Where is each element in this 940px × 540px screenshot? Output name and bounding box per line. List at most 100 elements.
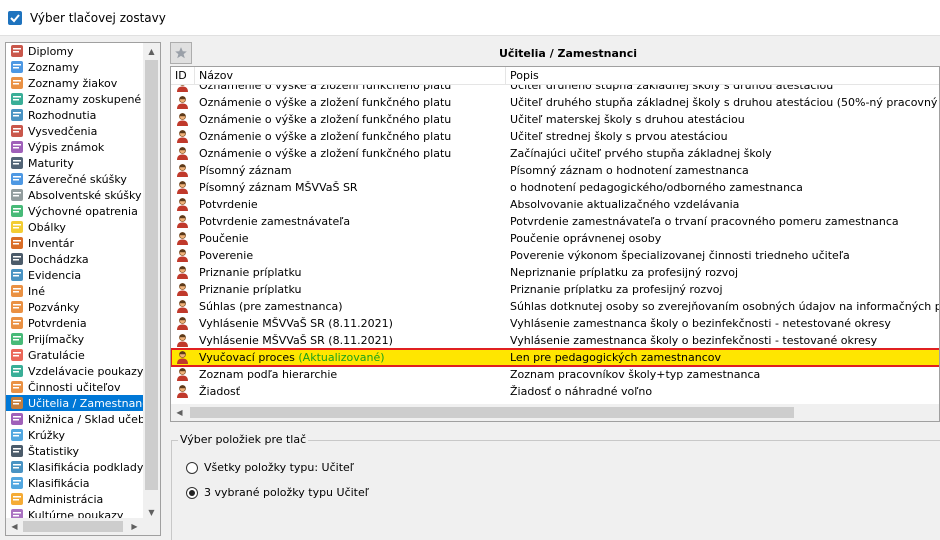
table-row[interactable]: Oznámenie o výške a zložení funkčného pl… [171, 145, 939, 162]
column-header-name[interactable]: Názov [195, 67, 506, 85]
category-item[interactable]: Výpis známok [6, 139, 145, 155]
row-name-text: Potvrdenie zamestnávateľa [199, 215, 351, 228]
table-row[interactable]: Oznámenie o výške a zložení funkčného pl… [171, 94, 940, 111]
window-title: Výber tlačovej zostavy [30, 10, 166, 25]
teacher-icon [177, 249, 188, 262]
category-item[interactable]: Klasifikácia podklady [6, 459, 145, 475]
table-row[interactable]: Poučenie Poučenie oprávnenej osoby [171, 230, 939, 247]
row-name: Písomný záznam MŠVVaŠ SR [199, 179, 358, 196]
scroll-thumb[interactable] [23, 521, 123, 532]
diploma-icon [11, 45, 23, 57]
column-header-description[interactable]: Popis [506, 67, 939, 85]
category-item[interactable]: Výchovné opatrenia [6, 203, 145, 219]
scroll-right-icon[interactable]: ▶ [126, 518, 143, 535]
teacher-icon [177, 300, 188, 313]
scroll-thumb[interactable] [145, 60, 158, 490]
category-item[interactable]: Zoznamy [6, 59, 145, 75]
category-item[interactable]: Obálky [6, 219, 145, 235]
category-item[interactable]: Absolventské skúšky [6, 187, 145, 203]
category-item[interactable]: Dochádzka [6, 251, 145, 267]
category-item[interactable]: Evidencia [6, 267, 145, 283]
row-name-text: Súhlas (pre zamestnanca) [199, 300, 343, 313]
category-item[interactable]: Vzdelávacie poukazy [6, 363, 145, 379]
scroll-up-icon[interactable]: ▲ [143, 43, 160, 60]
graduate-exam-icon [11, 189, 23, 201]
teacher-icon [177, 368, 188, 381]
scroll-left-icon[interactable]: ◀ [6, 518, 23, 535]
table-row[interactable]: Priznanie príplatku Priznanie príplatku z… [171, 281, 939, 298]
row-description: Učiteľ materskej školy s druhou atestáci… [510, 113, 745, 126]
table-row[interactable]: Vyučovací proces (Aktualizované) Len pre … [171, 348, 939, 367]
category-item[interactable]: Potvrdenia [6, 315, 145, 331]
category-item[interactable]: Vysvedčenia [6, 123, 145, 139]
category-item[interactable]: Krúžky [6, 427, 145, 443]
category-item[interactable]: Iné [6, 283, 145, 299]
row-name-text: Oznámenie o výške a zložení funkčného pl… [199, 96, 452, 109]
row-description: Vyhlásenie zamestnanca školy o bezinfekč… [510, 334, 878, 347]
category-item[interactable]: Administrácia [6, 491, 145, 507]
category-item[interactable]: Klasifikácia [6, 475, 145, 491]
category-item[interactable]: Diplomy [6, 43, 145, 59]
radio-all-items[interactable]: Všetky položky typu: Učiteľ [186, 461, 354, 474]
teacher-icon [177, 232, 188, 245]
table-row[interactable]: Priznanie príplatku Nepriznanie príplatku… [171, 264, 939, 281]
row-description: Učiteľ strednej školy s prvou atestáciou [510, 130, 728, 143]
category-item[interactable]: Rozhodnutia [6, 107, 145, 123]
grid-horizontal-scrollbar[interactable]: ◀ [171, 404, 939, 421]
table-row[interactable]: Zoznam podľa hierarchie Zoznam pracovníko… [171, 366, 939, 383]
library-icon [11, 413, 23, 425]
category-vertical-scrollbar[interactable]: ▲ ▼ [143, 43, 160, 521]
clubs-icon [11, 429, 23, 441]
category-item[interactable]: Činnosti učiteľov [6, 379, 145, 395]
table-row[interactable]: Oznámenie o výške a zložení funkčného pl… [171, 128, 939, 145]
row-description: Učiteľ druhého stupňa základnej školy s … [510, 96, 940, 109]
category-item[interactable]: Záverečné skúšky [6, 171, 145, 187]
report-category-list[interactable]: Diplomy Zoznamy Zoznamy žiakov Zoznamy zosk… [5, 42, 161, 536]
row-name-text: Potvrdenie [199, 198, 258, 211]
table-row[interactable]: Súhlas (pre zamestnanca) Súhlas dotknutej… [171, 298, 939, 315]
row-name: Potvrdenie zamestnávateľa [199, 213, 350, 230]
teacher-activity-icon [11, 381, 23, 393]
teacher-icon [177, 96, 188, 109]
category-item[interactable]: Štatistiky [6, 443, 145, 459]
table-row[interactable]: Potvrdenie zamestnávateľa Potvrdenie zame… [171, 213, 939, 230]
radio-all-items-circle[interactable] [186, 461, 198, 474]
category-item-label: Absolventské skúšky [28, 188, 142, 202]
row-description: Poučenie oprávnenej osoby [510, 232, 662, 245]
table-row[interactable]: Poverenie Poverenie výkonom špecializovan… [171, 247, 939, 264]
row-name: Súhlas (pre zamestnanca) [199, 298, 343, 315]
scroll-thumb[interactable] [190, 407, 794, 418]
table-row[interactable]: Vyhlásenie MŠVVaŠ SR (8.11.2021) Vyhlásen… [171, 315, 939, 332]
category-item[interactable]: Zoznamy zoskupené [6, 91, 145, 107]
table-row[interactable]: Žiadosť Žiadosť o náhradné voľno [171, 383, 939, 400]
decision-icon [11, 109, 23, 121]
column-header-id[interactable]: ID [171, 67, 195, 85]
category-item[interactable]: Pozvánky [6, 299, 145, 315]
category-item[interactable]: Prijímačky [6, 331, 145, 347]
radio-selected-items[interactable]: 3 vybrané položky typu Učiteľ [186, 486, 369, 499]
category-item[interactable]: Inventár [6, 235, 145, 251]
row-name: Písomný záznam [199, 162, 292, 179]
category-horizontal-scrollbar[interactable]: ◀ ▶ [6, 518, 160, 535]
favorite-button[interactable] [170, 42, 192, 64]
table-row[interactable]: Potvrdenie Absolvovanie aktualizačného vz… [171, 196, 939, 213]
category-item[interactable]: Maturity [6, 155, 145, 171]
scroll-left-icon[interactable]: ◀ [171, 404, 188, 421]
table-row[interactable]: Oznámenie o výške a zložení funkčného pl… [171, 111, 939, 128]
category-item-label: Knižnica / Sklad učební [28, 412, 145, 426]
teacher-icon [177, 385, 188, 398]
row-name-text: Oznámenie o výške a zložení funkčného pl… [199, 130, 452, 143]
table-row[interactable]: Písomný záznam Písomný záznam o hodnotení… [171, 162, 939, 179]
table-row[interactable]: Písomný záznam MŠVVaŠ SR o hodnotení peda… [171, 179, 939, 196]
category-item[interactable]: Gratulácie [6, 347, 145, 363]
category-item[interactable]: Zoznamy žiakov [6, 75, 145, 91]
radio-selected-items-circle[interactable] [186, 486, 198, 499]
final-exam-icon [11, 173, 23, 185]
admissions-icon [11, 333, 23, 345]
row-name-text: Zoznam podľa hierarchie [199, 368, 338, 381]
table-row[interactable]: Vyhlásenie MŠVVaŠ SR (8.11.2021) Vyhlásen… [171, 332, 939, 349]
row-description: Poverenie výkonom špecializovanej činnos… [510, 249, 850, 262]
category-item[interactable]: Knižnica / Sklad učební [6, 411, 145, 427]
category-item[interactable]: Učitelia / Zamestnanci [6, 395, 145, 411]
report-grid[interactable]: Oznámenie o výške a zložení funkčného pl… [170, 66, 940, 422]
